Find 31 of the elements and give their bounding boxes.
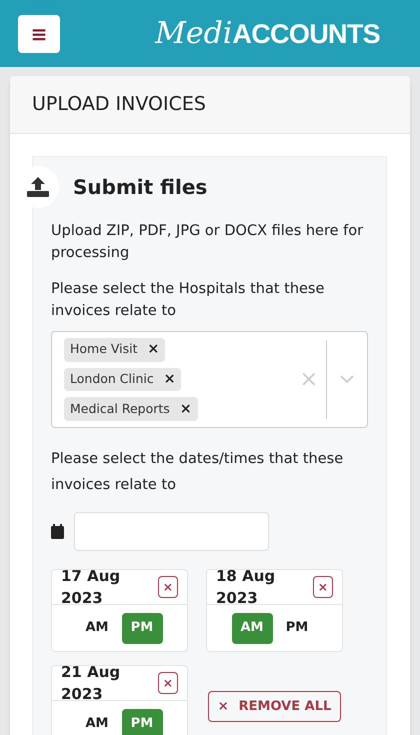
remove-tag-button[interactable]: ×: [164, 369, 176, 390]
period-toggle[interactable]: AM: [232, 612, 272, 644]
date-input[interactable]: [74, 512, 269, 551]
hospital-tag: Medical Reports ×: [64, 397, 198, 422]
chevron-down-icon[interactable]: [340, 375, 354, 384]
remove-tag-button[interactable]: ×: [148, 339, 160, 360]
remove-date-button[interactable]: ×: [158, 672, 178, 694]
date-label: 18 Aug 2023: [216, 566, 276, 609]
date-label: 17 Aug 2023: [61, 566, 122, 609]
hospitals-select[interactable]: Home Visit × London Clinic × Medical Reports × ×: [51, 331, 368, 428]
period-toggle[interactable]: PM: [122, 612, 162, 644]
date-label: 21 Aug 2023: [61, 662, 122, 705]
remove-date-button[interactable]: ×: [312, 576, 333, 598]
remove-tag-button[interactable]: ×: [180, 398, 192, 420]
logo-script: Medi: [155, 15, 232, 53]
dates-label: Please select the dates/times that these invoices relate to: [51, 450, 344, 495]
menu-button[interactable]: ≡: [18, 14, 60, 52]
period-toggle[interactable]: PM: [276, 612, 318, 644]
remove-all-button[interactable]: × REMOVE ALL: [208, 691, 342, 722]
calendar-icon: [51, 524, 64, 539]
period-toggle[interactable]: AM: [76, 612, 118, 644]
card-title: UPLOAD INVOICES: [32, 92, 206, 118]
panel-title: Submit files: [73, 174, 208, 201]
period-toggle[interactable]: AM: [76, 708, 118, 735]
logo-text: ACCOUNTS: [232, 18, 380, 51]
upload-description: Upload ZIP, PDF, JPG or DOCX files here for processing: [51, 222, 364, 263]
remove-date-button[interactable]: ×: [158, 576, 178, 598]
hospital-tag: Home Visit ×: [64, 338, 166, 362]
hospital-tag: London Clinic ×: [64, 368, 182, 392]
period-toggle[interactable]: PM: [122, 708, 162, 735]
hospitals-label: Please select the Hospitals that these invoices relate to: [51, 280, 326, 321]
